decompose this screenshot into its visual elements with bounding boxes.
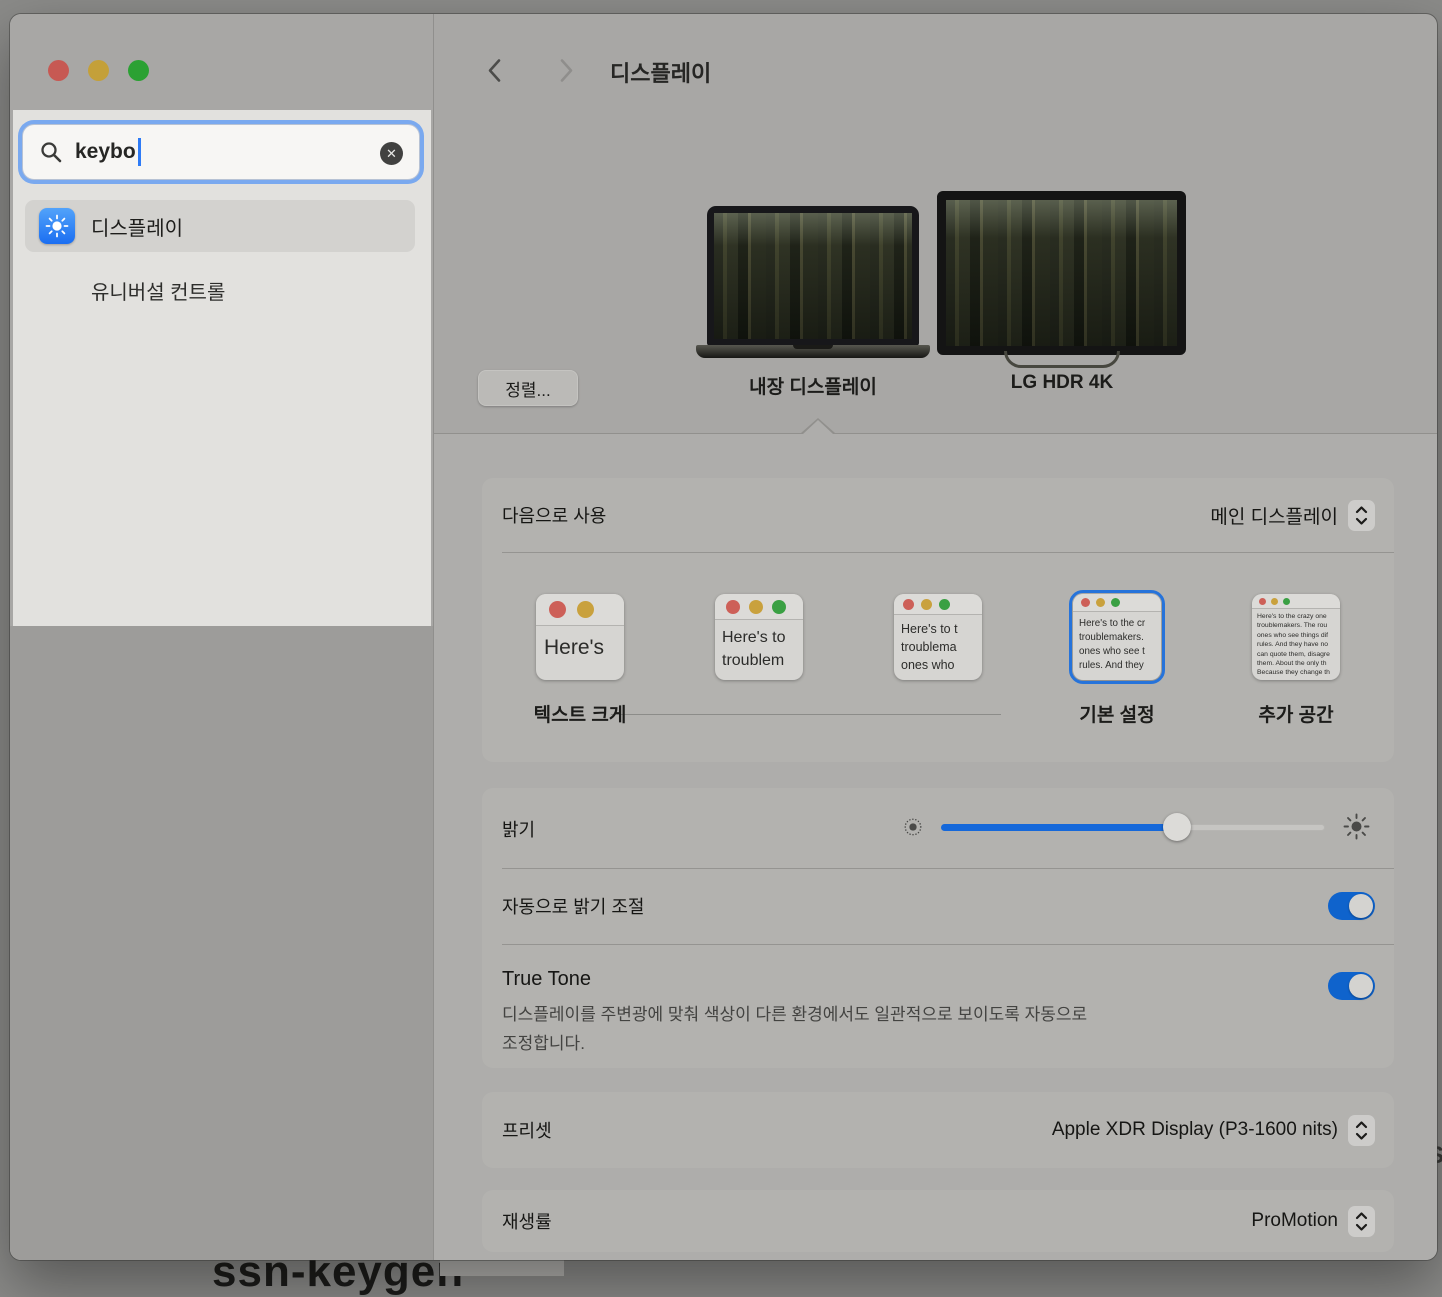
- builtin-display-thumbnail[interactable]: [707, 206, 919, 358]
- forward-button[interactable]: [552, 56, 580, 84]
- wallpaper-image: [714, 213, 912, 339]
- preset-value: Apple XDR Display (P3-1600 nits): [1052, 1119, 1338, 1141]
- chevron-right-icon: [559, 58, 574, 83]
- use-as-label: 다음으로 사용: [502, 502, 606, 528]
- display-brightness-icon: [39, 208, 75, 244]
- refresh-rate-label: 재생률: [502, 1208, 552, 1234]
- close-button[interactable]: [48, 60, 69, 81]
- true-tone-description: 디스플레이를 주변광에 맞춰 색상이 다른 환경에서도 일관적으로 보이도록 자…: [502, 1000, 1087, 1058]
- use-as-popup[interactable]: 메인 디스플레이: [1210, 500, 1375, 531]
- clear-search-button[interactable]: ✕: [380, 142, 403, 165]
- auto-brightness-label: 자동으로 밝기 조절: [502, 893, 644, 919]
- auto-brightness-toggle[interactable]: [1328, 892, 1375, 920]
- brightness-dim-icon: [902, 816, 924, 838]
- search-input[interactable]: keybo ✕: [22, 124, 420, 180]
- scaling-option-default[interactable]: Here's to the cr troublemakers. ones who…: [1073, 594, 1161, 680]
- search-result-display[interactable]: 디스플레이: [25, 200, 415, 252]
- scaling-option-3[interactable]: Here's to t troublema ones who: [894, 594, 982, 680]
- preset-label: 프리셋: [502, 1117, 552, 1143]
- desktop: { "background": { "text_behind_window": …: [0, 0, 1442, 1276]
- use-as-value: 메인 디스플레이: [1210, 502, 1338, 529]
- scaling-option-2[interactable]: Here's to troublem: [715, 594, 803, 680]
- search-icon: [39, 140, 63, 164]
- external-display-thumbnail[interactable]: [937, 191, 1186, 368]
- refresh-rate-card: 재생률 ProMotion: [482, 1190, 1394, 1252]
- divider: [502, 868, 1394, 869]
- popup-stepper-icon: [1348, 500, 1375, 531]
- scaling-option-larger-text[interactable]: Here's: [536, 594, 624, 680]
- popup-stepper-icon: [1348, 1206, 1375, 1237]
- scaling-label-more-space: 추가 공간: [1258, 700, 1333, 727]
- external-display-label: LG HDR 4K: [1011, 372, 1113, 394]
- scaling-option-more-space[interactable]: Here's to the crazy one troublemakers. T…: [1252, 594, 1340, 680]
- scaling-label-larger-text: 텍스트 크게: [534, 700, 627, 727]
- popup-stepper-icon: [1348, 1115, 1375, 1146]
- refresh-rate-popup[interactable]: ProMotion: [1251, 1206, 1375, 1237]
- zoom-button[interactable]: [128, 60, 149, 81]
- builtin-display-label: 내장 디스플레이: [749, 372, 877, 399]
- monitor-stand: [1004, 351, 1120, 368]
- preset-popup[interactable]: Apple XDR Display (P3-1600 nits): [1052, 1115, 1375, 1146]
- search-result-universal-control[interactable]: 유니버설 컨트롤: [91, 268, 225, 312]
- true-tone-label: True Tone: [502, 968, 591, 991]
- true-tone-toggle[interactable]: [1328, 972, 1375, 1000]
- brightness-card: 밝기: [482, 788, 1394, 1068]
- brightness-fill: [941, 824, 1177, 831]
- sidebar: keybo ✕ 디스플레이: [10, 14, 433, 1260]
- wallpaper-image: [946, 200, 1177, 346]
- display-settings-card: 다음으로 사용 메인 디스플레이: [482, 478, 1394, 762]
- sidebar-lower-area: [10, 626, 433, 1260]
- minimize-button[interactable]: [88, 60, 109, 81]
- brightness-knob[interactable]: [1163, 813, 1191, 841]
- scaling-divider-line: [611, 714, 1001, 715]
- back-button[interactable]: [480, 56, 508, 84]
- arrange-button[interactable]: 정렬...: [478, 370, 578, 406]
- page-title: 디스플레이: [610, 56, 711, 88]
- scaling-label-default: 기본 설정: [1079, 700, 1154, 727]
- preset-card: 프리셋 Apple XDR Display (P3-1600 nits): [482, 1092, 1394, 1168]
- brightness-bright-icon: [1343, 813, 1370, 840]
- chevron-left-icon: [487, 58, 502, 83]
- search-result-label: 유니버설 컨트롤: [91, 276, 225, 305]
- refresh-rate-value: ProMotion: [1251, 1210, 1338, 1232]
- search-query-text: keybo: [75, 140, 136, 164]
- laptop-base: [696, 345, 930, 358]
- system-settings-window: keybo ✕ 디스플레이: [10, 14, 1437, 1260]
- divider: [502, 552, 1394, 553]
- brightness-slider[interactable]: [941, 824, 1325, 831]
- text-caret: [138, 138, 141, 166]
- search-results-panel: keybo ✕ 디스플레이: [13, 110, 431, 626]
- search-result-label: 디스플레이: [91, 212, 183, 241]
- main-pane: 디스플레이 내장 디스플레이 LG HDR 4K 정렬... 다음으로 사용 메…: [433, 14, 1437, 1260]
- brightness-label: 밝기: [502, 816, 535, 842]
